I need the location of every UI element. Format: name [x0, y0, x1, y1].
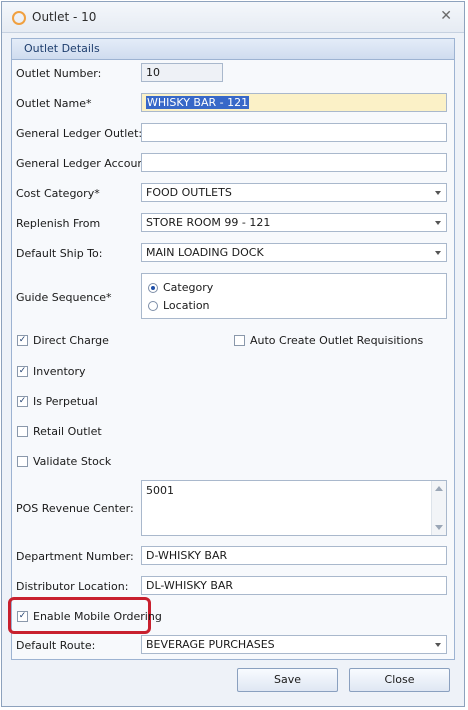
inventory-label: Inventory [33, 365, 86, 378]
guide-sequence-group: Category Location [141, 273, 447, 319]
gl-outlet-field[interactable] [141, 123, 447, 142]
retail-outlet-checkbox[interactable]: Retail Outlet [17, 425, 102, 438]
validate-stock-label: Validate Stock [33, 455, 112, 468]
pos-revenue-center-value: 5001 [146, 484, 174, 497]
scrollbar[interactable] [431, 481, 446, 535]
department-number-label: Department Number: [16, 550, 134, 563]
is-perpetual-checkbox[interactable]: ✓ Is Perpetual [17, 395, 98, 408]
direct-charge-checkbox[interactable]: ✓ Direct Charge [17, 334, 109, 347]
default-ship-to-select[interactable]: MAIN LOADING DOCK [141, 243, 447, 262]
group-title: Outlet Details [24, 42, 100, 55]
checkbox-icon[interactable] [234, 335, 245, 346]
replenish-from-label: Replenish From [16, 217, 101, 230]
direct-charge-label: Direct Charge [33, 334, 109, 347]
chevron-down-icon[interactable] [435, 643, 441, 647]
radio-location[interactable]: Location [148, 299, 210, 312]
outlet-number-label: Outlet Number: [16, 67, 102, 80]
default-route-value: BEVERAGE PURCHASES [146, 638, 275, 651]
chevron-down-icon[interactable] [435, 221, 441, 225]
inventory-checkbox[interactable]: ✓ Inventory [17, 365, 86, 378]
checkbox-checked-icon[interactable]: ✓ [17, 335, 28, 346]
window-title: Outlet - 10 [32, 10, 97, 24]
radio-button-selected[interactable] [148, 282, 158, 293]
auto-create-label: Auto Create Outlet Requisitions [250, 334, 424, 347]
checkbox-checked-icon[interactable]: ✓ [17, 366, 28, 377]
save-button[interactable]: Save [237, 668, 338, 692]
distributor-location-field[interactable]: DL-WHISKY BAR [141, 576, 447, 595]
distributor-location-label: Distributor Location: [16, 580, 129, 593]
checkbox-checked-icon[interactable]: ✓ [17, 611, 28, 622]
outlet-name-label: Outlet Name* [16, 97, 92, 110]
scroll-up-icon[interactable] [435, 486, 443, 491]
pos-revenue-center-field[interactable]: 5001 [141, 480, 447, 536]
radio-category-label: Category [163, 281, 214, 294]
cost-category-label: Cost Category* [16, 187, 100, 200]
retail-outlet-label: Retail Outlet [33, 425, 102, 438]
checkbox-icon[interactable] [17, 426, 28, 437]
chevron-down-icon[interactable] [435, 251, 441, 255]
checkbox-icon[interactable] [17, 456, 28, 467]
department-number-field[interactable]: D-WHISKY BAR [141, 546, 447, 565]
close-button[interactable]: Close [349, 668, 450, 692]
default-ship-to-label: Default Ship To: [16, 247, 103, 260]
enable-mobile-ordering-label: Enable Mobile Ordering [33, 610, 162, 623]
group-header: Outlet Details [12, 39, 454, 60]
is-perpetual-label: Is Perpetual [33, 395, 98, 408]
guide-sequence-label: Guide Sequence* [16, 291, 112, 304]
app-icon [12, 11, 26, 25]
default-route-select[interactable]: BEVERAGE PURCHASES [141, 635, 447, 654]
outlet-name-value: WHISKY BAR - 121 [146, 96, 250, 109]
validate-stock-checkbox[interactable]: Validate Stock [17, 455, 111, 468]
gl-account-label: General Ledger Account: [16, 157, 153, 170]
radio-location-label: Location [163, 299, 210, 312]
outlet-name-field[interactable]: WHISKY BAR - 121 [141, 93, 447, 112]
enable-mobile-ordering-checkbox[interactable]: ✓ Enable Mobile Ordering [17, 610, 162, 623]
replenish-from-value: STORE ROOM 99 - 121 [146, 216, 271, 229]
outlet-number-field[interactable]: 10 [141, 63, 223, 82]
close-icon[interactable]: ✕ [440, 8, 452, 24]
default-ship-to-value: MAIN LOADING DOCK [146, 246, 264, 259]
gl-account-field[interactable] [141, 153, 447, 172]
title-bar: Outlet - 10 ✕ [2, 2, 464, 33]
radio-button[interactable] [148, 300, 158, 311]
replenish-from-select[interactable]: STORE ROOM 99 - 121 [141, 213, 447, 232]
gl-outlet-label: General Ledger Outlet: [16, 127, 143, 140]
pos-revenue-center-label: POS Revenue Center: [16, 502, 134, 515]
chevron-down-icon[interactable] [435, 191, 441, 195]
cost-category-value: FOOD OUTLETS [146, 186, 232, 199]
cost-category-select[interactable]: FOOD OUTLETS [141, 183, 447, 202]
scroll-down-icon[interactable] [435, 525, 443, 530]
checkbox-checked-icon[interactable]: ✓ [17, 396, 28, 407]
default-route-label: Default Route: [16, 639, 96, 652]
auto-create-checkbox[interactable]: Auto Create Outlet Requisitions [234, 334, 423, 347]
radio-category[interactable]: Category [148, 281, 213, 294]
